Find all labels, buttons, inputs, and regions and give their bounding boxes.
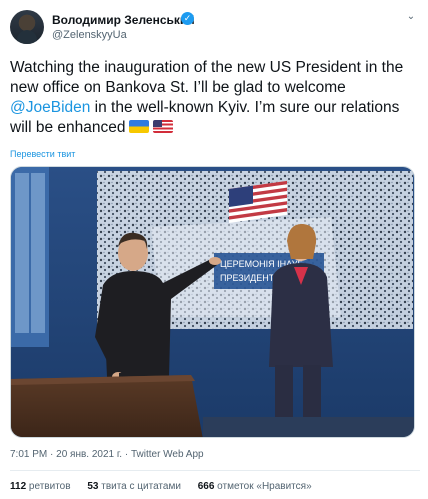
likes-label: отметок «Нравится»	[217, 481, 312, 492]
tweet-photo[interactable]: ЦЕРЕМОНІЯ ІНАУГ ПРЕЗИДЕНТА	[10, 166, 415, 438]
divider	[10, 470, 420, 471]
translate-tweet-link[interactable]: Перевести твит	[10, 149, 75, 159]
tweet-text-part1: Watching the inauguration of the new US …	[10, 59, 404, 96]
photo-illustration: ЦЕРЕМОНІЯ ІНАУГ ПРЕЗИДЕНТА	[11, 167, 414, 437]
retweets-label: ретвитов	[28, 481, 71, 492]
mention-link[interactable]: @JoeBiden	[10, 99, 90, 116]
author-name[interactable]: Володимир Зеленський	[52, 13, 195, 27]
quotes-label: твита с цитатами	[101, 481, 181, 492]
likes-count: 666	[197, 481, 215, 492]
quote-tweets-stat[interactable]: 53 твита с цитатами	[87, 481, 181, 492]
chevron-down-icon[interactable]: ⌄	[404, 10, 418, 24]
retweets-count: 112	[10, 481, 27, 492]
likes-stat[interactable]: 666 отметок «Нравится»	[198, 481, 312, 492]
quotes-count: 53	[87, 481, 99, 492]
tweet-card: Володимир Зеленський ✓ @ZelenskyyUa ⌄ Wa…	[0, 0, 428, 499]
ukraine-flag-emoji	[129, 120, 150, 133]
author-handle[interactable]: @ZelenskyyUa	[52, 29, 127, 41]
tweet-timestamp[interactable]: 7:01 PM · 20 янв. 2021 г. · Twitter Web …	[10, 449, 204, 460]
tweet-stats: 112 ретвитов 53 твита с цитатами 666 отм…	[10, 481, 326, 492]
avatar[interactable]	[10, 10, 44, 44]
tweet-text: Watching the inauguration of the new US …	[10, 58, 420, 138]
tv-caption-line2: ПРЕЗИДЕНТА	[220, 273, 280, 283]
us-flag-emoji	[153, 120, 174, 133]
verified-badge-icon: ✓	[181, 12, 194, 25]
retweets-stat[interactable]: 112 ретвитов	[10, 481, 71, 492]
